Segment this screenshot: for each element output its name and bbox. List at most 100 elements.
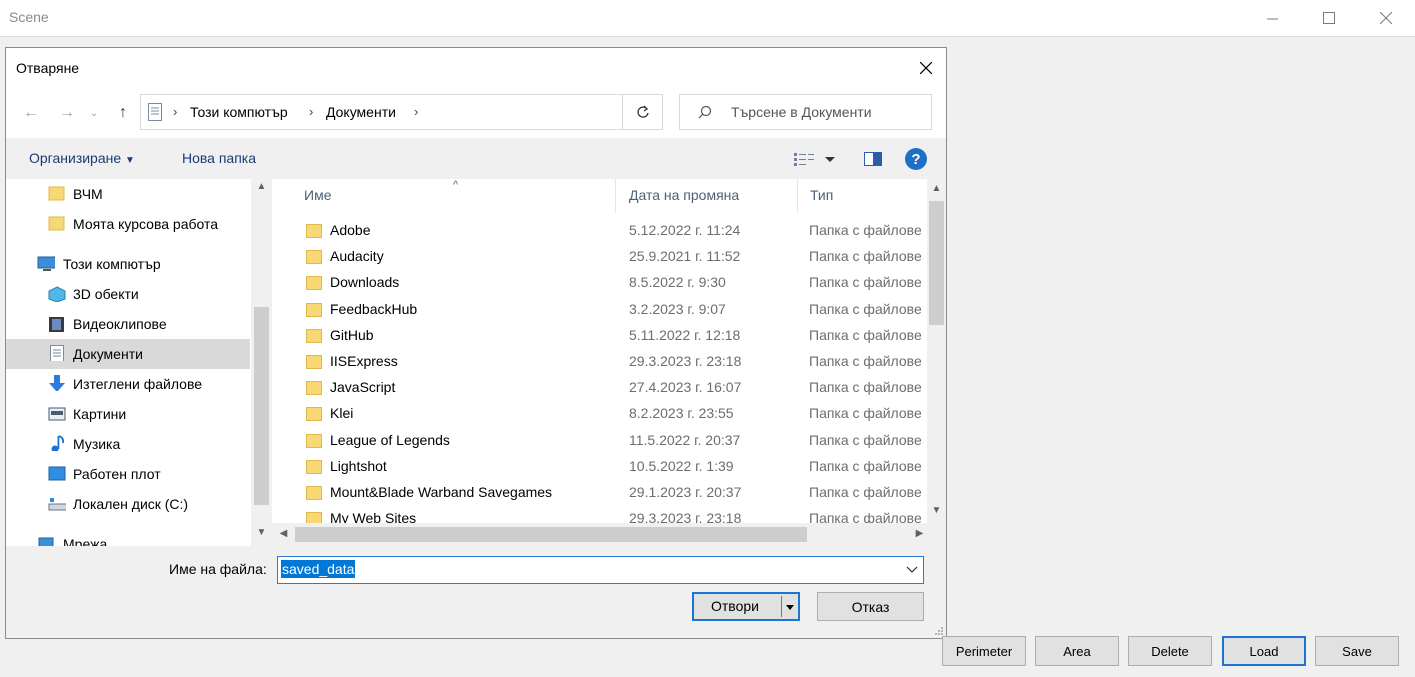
file-name: FeedbackHub: [330, 300, 418, 317]
nav-item-network[interactable]: Мрежа: [6, 529, 250, 546]
file-row[interactable]: Downloads 8.5.2022 г. 9:30 Папка с файлове: [292, 271, 926, 297]
file-row[interactable]: Adobe 5.12.2022 г. 11:24 Папка с файлове: [292, 219, 926, 245]
change-view-button[interactable]: [792, 149, 838, 169]
close-button[interactable]: [1357, 0, 1415, 36]
nav-item-videos[interactable]: Видеоклипове: [6, 309, 250, 339]
delete-button[interactable]: Delete: [1128, 636, 1212, 666]
pictures-icon: [48, 407, 66, 421]
load-button[interactable]: Load: [1222, 636, 1306, 666]
nav-scrollbar[interactable]: ▲ ▼: [251, 179, 272, 546]
navigation-pane: ВЧМ Моята курсова работа Този компютър 3…: [6, 179, 272, 546]
file-list-horizontal-scrollbar[interactable]: ◀ ▶: [272, 523, 946, 546]
minimize-button[interactable]: [1244, 0, 1302, 36]
breadcrumb-separator: ›: [414, 104, 419, 119]
address-bar[interactable]: › Този компютър › Документи ›: [140, 94, 746, 130]
forward-arrow-icon: →: [59, 104, 75, 121]
filename-value: saved_data: [281, 560, 356, 578]
maximize-button[interactable]: [1300, 0, 1358, 36]
nav-item-pictures[interactable]: Картини: [6, 399, 250, 429]
save-button[interactable]: Save: [1315, 636, 1399, 666]
dialog-close-button[interactable]: [912, 54, 940, 82]
search-input[interactable]: Търсене в Документи: [679, 94, 932, 130]
scroll-right-icon[interactable]: ▶: [912, 528, 927, 539]
chevron-down-icon: ⌄: [89, 107, 99, 119]
resize-grip-icon[interactable]: [934, 626, 944, 636]
file-row[interactable]: Audacity 25.9.2021 г. 11:52 Папка с файлов…: [292, 245, 926, 271]
column-divider[interactable]: [797, 179, 798, 213]
file-type: Папка с файлове: [809, 248, 922, 265]
breadcrumb-this-pc[interactable]: Този компютър: [190, 104, 288, 120]
folder-icon: [306, 355, 322, 369]
folder-icon: [306, 302, 322, 317]
nav-item-course-work[interactable]: Моята курсова работа: [6, 209, 250, 239]
file-row[interactable]: GitHub 5.11.2022 г. 12:18 Папка с файлове: [292, 324, 926, 350]
nav-item-label: Изтеглени файлове: [73, 376, 203, 392]
file-list-vertical-thumb[interactable]: [929, 201, 944, 325]
scroll-down-icon[interactable]: ▼: [929, 505, 944, 516]
folder-icon: [48, 186, 65, 201]
nav-scrollbar-thumb[interactable]: [254, 307, 269, 505]
preview-pane-button[interactable]: [863, 149, 883, 169]
column-header-name[interactable]: Име: [304, 187, 331, 203]
nav-item-label: Работен плот: [73, 466, 161, 482]
file-row[interactable]: Mount&Blade Warband Savegames 29.1.2023 г…: [292, 481, 926, 507]
3d-objects-icon: [48, 286, 66, 302]
open-button[interactable]: Отвори: [692, 592, 800, 621]
filename-input[interactable]: saved_data: [277, 556, 924, 584]
file-date: 29.1.2023 г. 20:37: [629, 484, 742, 500]
forward-button[interactable]: →: [56, 102, 78, 124]
file-date: 10.5.2022 г. 1:39: [629, 457, 734, 474]
breadcrumb-documents[interactable]: Документи: [326, 104, 396, 120]
file-row[interactable]: JavaScript 27.4.2023 г. 16:07 Папка с файл…: [292, 376, 926, 402]
refresh-button[interactable]: [623, 94, 663, 130]
help-button[interactable]: ?: [905, 148, 927, 170]
nav-item-label: Локален диск (C:): [73, 496, 189, 512]
nav-item-this-pc[interactable]: Този компютър: [6, 249, 250, 279]
perimeter-button[interactable]: Perimeter: [942, 636, 1026, 666]
file-row[interactable]: Klei 8.2.2023 г. 23:55 Папка с файлове: [292, 402, 926, 428]
nav-item-vchm[interactable]: ВЧМ: [6, 179, 250, 209]
dialog-footer: Име на файла: saved_data Отвори Отказ: [6, 546, 946, 638]
scroll-up-icon[interactable]: ▲: [254, 181, 269, 192]
file-row[interactable]: FeedbackHub 3.2.2023 г. 9:07 Папка с файло…: [292, 298, 926, 324]
file-list-vertical-scrollbar[interactable]: ▲ ▼: [927, 179, 946, 523]
music-icon: [51, 435, 65, 451]
back-button[interactable]: ←: [20, 102, 42, 124]
chevron-down-icon[interactable]: [905, 563, 919, 577]
open-dropdown-button[interactable]: [781, 596, 798, 617]
scroll-up-icon[interactable]: ▲: [929, 183, 944, 194]
window-title: Scene: [9, 9, 49, 25]
column-header-type[interactable]: Тип: [810, 187, 833, 203]
column-divider[interactable]: [615, 179, 616, 213]
file-type: Папка с файлове: [809, 431, 922, 448]
nav-item-3d-objects[interactable]: 3D обекти: [6, 279, 250, 309]
file-name: League of Legends: [330, 431, 450, 448]
area-button[interactable]: Area: [1035, 636, 1119, 666]
folder-icon: [306, 328, 322, 343]
file-row[interactable]: Lightshot 10.5.2022 г. 1:39 Папка с файлов…: [292, 455, 926, 481]
breadcrumb-separator: ›: [173, 104, 178, 119]
nav-item-local-disk[interactable]: Локален диск (C:): [6, 489, 250, 519]
file-type: Папка с файлове: [809, 405, 922, 422]
organize-menu-button[interactable]: Организиране ▼: [29, 150, 135, 166]
nav-item-desktop[interactable]: Работен плот: [6, 459, 250, 489]
up-button[interactable]: ↑: [112, 102, 134, 124]
column-header-date[interactable]: Дата на промяна: [629, 187, 739, 203]
documents-icon: [50, 345, 64, 361]
folder-icon: [306, 224, 322, 238]
file-date: 5.11.2022 г. 12:18: [629, 326, 741, 343]
file-row[interactable]: League of Legends 11.5.2022 г. 20:37 Папка…: [292, 429, 926, 455]
scroll-down-icon[interactable]: ▼: [254, 527, 269, 538]
file-list-horizontal-thumb[interactable]: [295, 527, 807, 542]
recent-locations-button[interactable]: ⌄: [87, 102, 101, 124]
cancel-button[interactable]: Отказ: [817, 592, 924, 621]
close-icon: [1380, 12, 1392, 24]
nav-item-downloads[interactable]: Изтеглени файлове: [6, 369, 250, 399]
nav-item-music[interactable]: Музика: [6, 429, 250, 459]
file-row[interactable]: IISExpress 29.3.2023 г. 23:18 Папка с файл…: [292, 350, 926, 376]
nav-item-label: Картини: [73, 406, 127, 422]
nav-item-documents[interactable]: Документи: [6, 339, 250, 369]
new-folder-button[interactable]: Нова папка: [182, 150, 256, 166]
file-type: Папка с файлове: [809, 379, 922, 396]
scroll-left-icon[interactable]: ◀: [276, 528, 291, 539]
